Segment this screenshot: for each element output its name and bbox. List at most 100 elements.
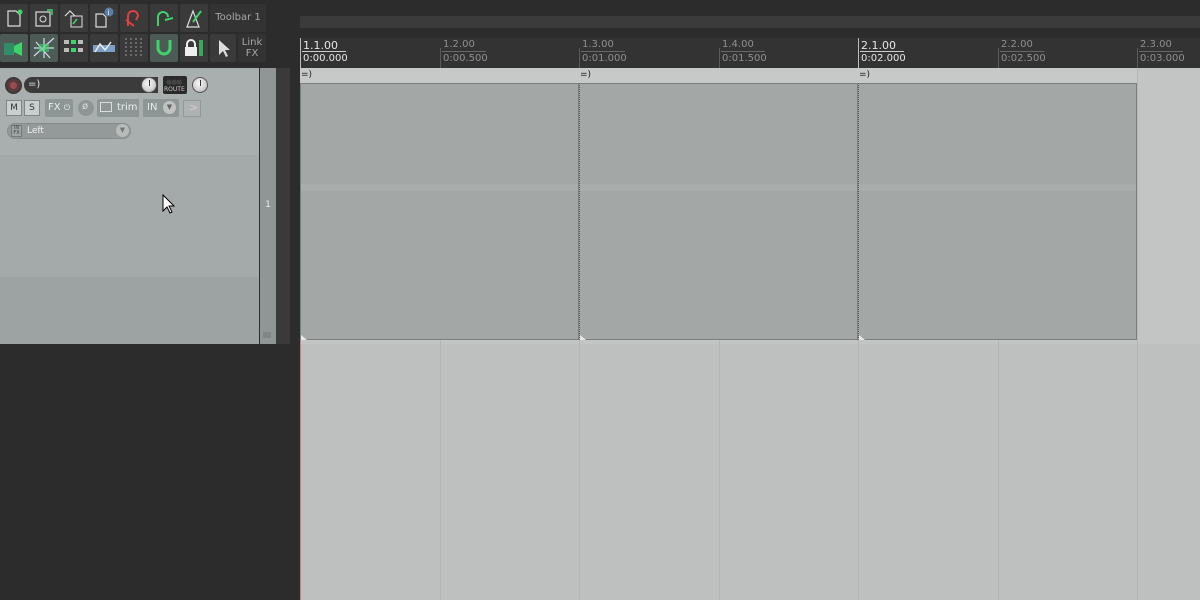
snap-grid-button[interactable] (30, 34, 58, 62)
item-center-line (580, 184, 857, 191)
phase-icon: ø (82, 101, 89, 112)
input-fx-icon: IN FX (11, 125, 22, 137)
ruler-time-label: 0:01.500 (722, 53, 767, 64)
mouse-cursor-icon (162, 194, 176, 214)
track-number: 1 (265, 200, 271, 210)
item-center-line (859, 184, 1136, 191)
save-project-icon (35, 9, 53, 27)
record-arm-button[interactable] (5, 77, 22, 94)
fx-button[interactable]: FX ⏻ (45, 99, 73, 117)
media-item-label: =) (859, 70, 871, 80)
input-channel-select[interactable]: IN FX Left ▼ (7, 123, 131, 139)
tcp-scrollbar[interactable] (276, 68, 290, 344)
ruler-underline (1139, 51, 1183, 52)
media-item[interactable] (300, 83, 579, 340)
input-channel-label: Left (27, 126, 44, 136)
link-fx-line1: Link (241, 37, 263, 48)
link-fx-line2: FX (245, 48, 259, 59)
fx-bypass-icon: ⏻ (63, 103, 71, 112)
media-item-header[interactable] (858, 68, 1137, 83)
arrange-view[interactable]: =) =) =) (300, 68, 1200, 600)
group-select-button[interactable] (60, 34, 88, 62)
undo-icon (125, 10, 140, 27)
input-label: IN (147, 102, 158, 113)
svg-text:i: i (108, 9, 110, 17)
mute-button[interactable]: M (6, 100, 22, 116)
input-dropdown-icon: ▼ (163, 101, 176, 114)
ruler-underline (442, 51, 486, 52)
ruler-bar-label: 1.4.00 (722, 39, 754, 50)
media-item-label: =) (301, 70, 313, 80)
metronome-button[interactable] (180, 4, 208, 32)
ruler-tick (579, 48, 580, 68)
envelope-icon (93, 41, 115, 53)
route-label: ROUTE (164, 86, 185, 93)
monitor-icon: > (189, 101, 199, 114)
ruler-underline (860, 51, 904, 52)
ruler-time-label: 0:00.500 (443, 53, 488, 64)
trim-button[interactable]: trim (97, 99, 139, 117)
track-number-strip[interactable]: 1 (260, 68, 276, 344)
media-item[interactable] (858, 83, 1137, 340)
media-item-label: =) (580, 70, 592, 80)
project-settings-button[interactable] (60, 4, 88, 32)
route-dots-icon: ●●● (166, 78, 182, 86)
cursor-icon (219, 40, 230, 57)
fade-handle-icon[interactable] (580, 335, 586, 340)
grid-lines-icon (125, 38, 142, 58)
magnet-icon (156, 40, 172, 56)
toolbar-title: Toolbar 1 (210, 4, 266, 32)
undo-button[interactable] (120, 4, 148, 32)
ripple-edit-icon (4, 42, 22, 56)
track-name-field[interactable]: =) (24, 77, 158, 93)
project-info-icon: i (95, 7, 114, 28)
tcp-middle (0, 155, 259, 277)
ruler-time-label: 0:03.000 (1140, 53, 1185, 64)
monitor-button[interactable]: > (183, 100, 201, 117)
item-center-line (301, 184, 578, 191)
solo-button[interactable]: S (24, 100, 40, 116)
envelope-button[interactable] (90, 34, 118, 62)
ruler-bar-label: 1.3.00 (582, 39, 614, 50)
fade-handle-icon[interactable] (859, 335, 865, 340)
link-fx-button[interactable]: Link FX (238, 34, 266, 62)
horizontal-scroll-top[interactable] (300, 16, 1200, 28)
record-arm-icon (10, 82, 17, 89)
track-control-panel[interactable]: =) ●●● ROUTE M S FX ⏻ ø trim IN ▼ > IN F… (0, 68, 259, 344)
ruler-underline (581, 51, 625, 52)
magnet-button[interactable] (150, 34, 178, 62)
media-item[interactable] (579, 83, 858, 340)
ruler-tick (998, 48, 999, 68)
media-item-header[interactable] (300, 68, 579, 83)
ripple-edit-button[interactable] (0, 34, 28, 62)
trim-label: trim (117, 102, 138, 113)
ruler-time-label: 0:00.000 (303, 53, 348, 64)
project-settings-icon (64, 10, 83, 28)
ruler-time-label: 0:02.000 (861, 53, 906, 64)
save-project-button[interactable] (30, 4, 58, 32)
grid-lines-button[interactable] (120, 34, 148, 62)
pan-knob[interactable] (192, 77, 208, 93)
redo-icon (157, 11, 174, 26)
lock-button[interactable] (180, 34, 208, 62)
ruler-bar-label: 1.2.00 (443, 39, 475, 50)
input-button[interactable]: IN ▼ (143, 99, 179, 117)
ruler-tick (719, 48, 720, 68)
tcp-bottom (0, 277, 259, 344)
ruler-tick (858, 38, 859, 68)
new-project-button[interactable] (0, 4, 28, 32)
route-button[interactable]: ●●● ROUTE (163, 76, 187, 94)
phase-button[interactable]: ø (78, 100, 94, 116)
group-select-icon (64, 40, 83, 52)
project-info-button[interactable]: i (90, 4, 118, 32)
ruler-underline (721, 51, 765, 52)
fade-handle-icon[interactable] (301, 335, 307, 340)
volume-knob[interactable] (141, 77, 157, 93)
ruler-tick (300, 38, 301, 68)
redo-button[interactable] (150, 4, 178, 32)
ruler-tick (1137, 48, 1138, 68)
media-item-header[interactable] (579, 68, 858, 83)
timeline-ruler[interactable]: 1.1.00 0:00.000 1.2.00 0:00.500 1.3.00 0:01.0… (300, 38, 1200, 68)
ruler-tick (440, 48, 441, 68)
cursor-button[interactable] (210, 34, 236, 62)
